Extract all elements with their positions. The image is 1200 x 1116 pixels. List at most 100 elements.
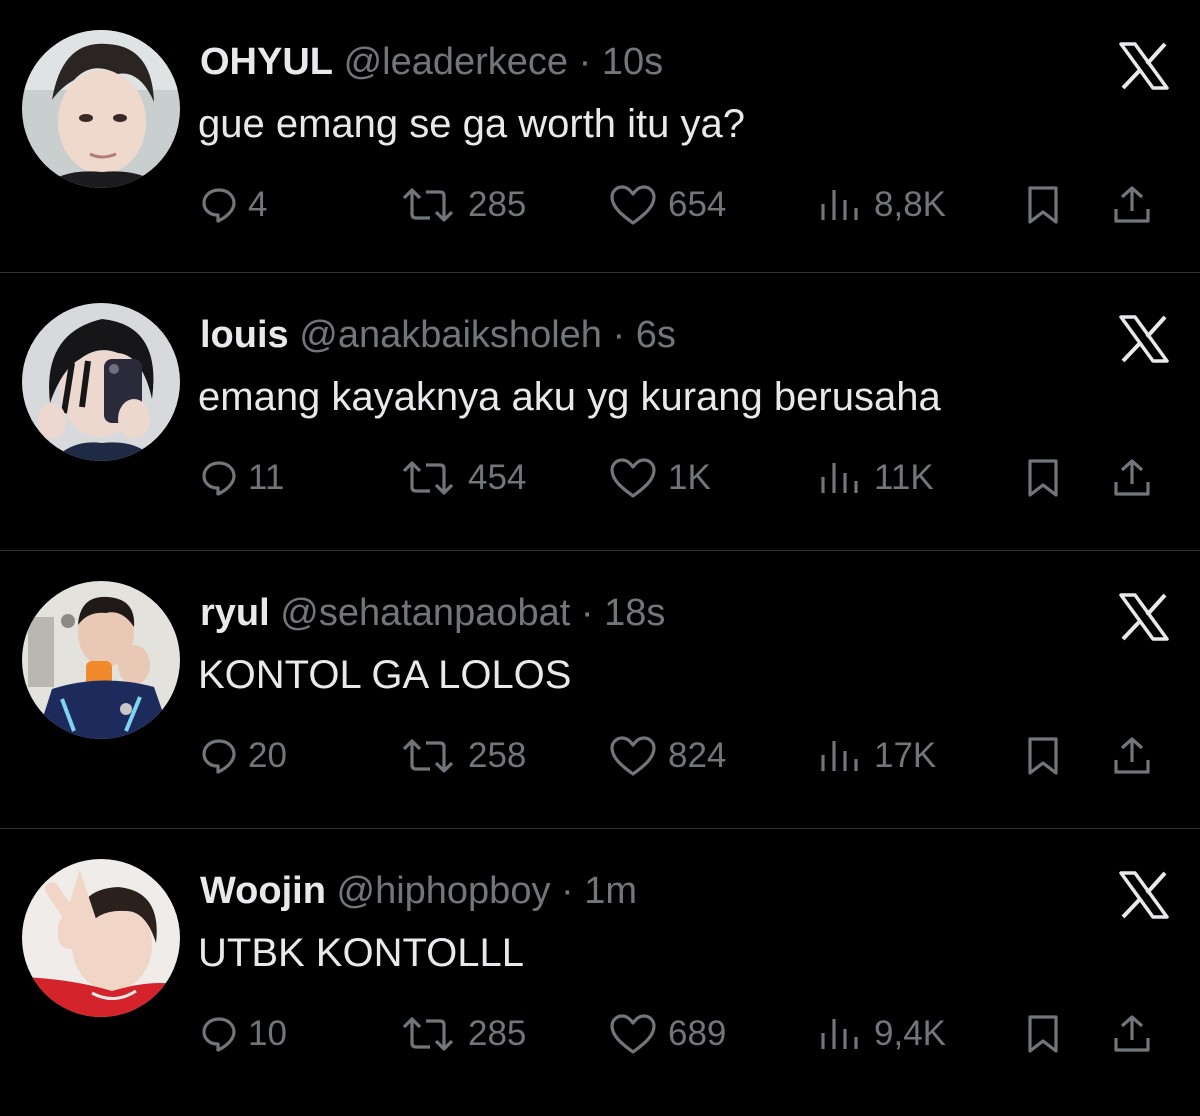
user-handle[interactable]: @leaderkece — [344, 41, 568, 83]
x-logo-icon — [1118, 871, 1170, 919]
heart-icon — [610, 736, 656, 776]
avatar[interactable] — [22, 581, 180, 739]
like-count: 1K — [668, 458, 711, 497]
heart-icon — [610, 1014, 656, 1054]
tweet[interactable]: OHYUL @leaderkece · 10s gue emang se ga … — [0, 0, 1200, 273]
retweet-count: 285 — [468, 185, 527, 224]
bookmark-icon — [1028, 459, 1058, 497]
avatar[interactable] — [22, 303, 180, 461]
bookmark-icon — [1028, 1015, 1058, 1053]
reply-count: 20 — [248, 736, 287, 775]
timeline-feed: OHYUL @leaderkece · 10s gue emang se ga … — [0, 0, 1200, 1116]
views-button[interactable]: 8,8K — [818, 178, 946, 232]
timestamp[interactable]: 6s — [636, 314, 676, 356]
timestamp[interactable]: 18s — [604, 592, 665, 634]
avatar[interactable] — [22, 30, 180, 188]
share-upload-icon — [1114, 459, 1150, 496]
user-handle[interactable]: @sehatanpaobat — [280, 592, 570, 634]
share-button[interactable] — [1112, 451, 1152, 505]
retweet-arrows-icon — [402, 739, 454, 773]
heart-icon — [610, 458, 656, 498]
tweet-actions: 20 258 824 17K — [200, 729, 1170, 783]
speech-bubble-icon — [202, 739, 236, 774]
share-button[interactable] — [1112, 1007, 1152, 1061]
share-upload-icon — [1114, 186, 1150, 223]
tweet-header: OHYUL @leaderkece · 10s — [200, 40, 663, 84]
share-upload-icon — [1114, 1015, 1150, 1052]
views-count: 8,8K — [874, 185, 946, 224]
share-upload-icon — [1114, 737, 1150, 774]
bar-chart-icon — [821, 741, 858, 771]
tweet-text: emang kayaknya aku yg kurang berusaha — [198, 375, 941, 419]
tweet-actions: 11 454 1K 11K — [200, 451, 1170, 505]
bar-chart-icon — [821, 463, 858, 493]
like-button[interactable]: 824 — [608, 729, 726, 783]
bookmark-button[interactable] — [1024, 729, 1062, 783]
tweet-header: Woojin @hiphopboy · 1m — [200, 869, 637, 913]
user-handle[interactable]: @anakbaiksholeh — [299, 314, 602, 356]
tweet-text: gue emang se ga worth itu ya? — [198, 102, 746, 146]
views-button[interactable]: 9,4K — [818, 1007, 946, 1061]
reply-button[interactable]: 11 — [200, 451, 284, 505]
user-handle[interactable]: @hiphopboy — [337, 870, 551, 912]
like-button[interactable]: 1K — [608, 451, 711, 505]
like-button[interactable]: 689 — [608, 1007, 726, 1061]
bar-chart-icon — [821, 190, 858, 220]
like-count: 654 — [668, 185, 727, 224]
bookmark-button[interactable] — [1024, 178, 1062, 232]
share-button[interactable] — [1112, 178, 1152, 232]
retweet-button[interactable]: 285 — [398, 1007, 526, 1061]
tweet[interactable]: Woojin @hiphopboy · 1m UTBK KONTOLLL 10 … — [0, 829, 1200, 1116]
views-count: 9,4K — [874, 1014, 946, 1053]
tweet[interactable]: ryul @sehatanpaobat · 18s KONTOL GA LOLO… — [0, 551, 1200, 829]
bar-chart-icon — [821, 1019, 858, 1049]
views-button[interactable]: 17K — [818, 729, 936, 783]
tweet-header: ryul @sehatanpaobat · 18s — [200, 591, 665, 635]
tweet-actions: 10 285 689 9,4K — [200, 1007, 1170, 1061]
x-logo-icon — [1118, 315, 1170, 363]
speech-bubble-icon — [202, 461, 236, 496]
retweet-arrows-icon — [402, 461, 454, 495]
separator-dot: · — [578, 41, 592, 83]
tweet-text: UTBK KONTOLLL — [198, 931, 525, 975]
display-name[interactable]: ryul — [200, 592, 270, 634]
views-count: 17K — [874, 736, 937, 775]
tweet-actions: 4 285 654 8,8K — [200, 178, 1170, 232]
like-count: 824 — [668, 736, 727, 775]
speech-bubble-icon — [202, 188, 236, 223]
display-name[interactable]: louis — [200, 314, 289, 356]
separator-dot: · — [580, 592, 594, 634]
share-button[interactable] — [1112, 729, 1152, 783]
tweet-header: louis @anakbaiksholeh · 6s — [200, 313, 676, 357]
retweet-button[interactable]: 285 — [398, 178, 526, 232]
like-button[interactable]: 654 — [608, 178, 726, 232]
timestamp[interactable]: 10s — [602, 41, 663, 83]
tweet[interactable]: louis @anakbaiksholeh · 6s emang kayakny… — [0, 273, 1200, 551]
display-name[interactable]: Woojin — [200, 870, 326, 912]
retweet-arrows-icon — [402, 1017, 454, 1051]
retweet-count: 285 — [468, 1014, 527, 1053]
speech-bubble-icon — [202, 1017, 236, 1052]
bookmark-button[interactable] — [1024, 451, 1062, 505]
reply-button[interactable]: 10 — [200, 1007, 287, 1061]
retweet-button[interactable]: 258 — [398, 729, 526, 783]
retweet-button[interactable]: 454 — [398, 451, 526, 505]
views-count: 11K — [874, 458, 934, 497]
x-logo-icon — [1118, 42, 1170, 90]
reply-button[interactable]: 20 — [200, 729, 287, 783]
avatar[interactable] — [22, 859, 180, 1017]
retweet-arrows-icon — [402, 188, 454, 222]
retweet-count: 454 — [468, 458, 527, 497]
x-logo-icon — [1118, 593, 1170, 641]
retweet-count: 258 — [468, 736, 527, 775]
display-name[interactable]: OHYUL — [200, 41, 333, 83]
timestamp[interactable]: 1m — [584, 870, 637, 912]
reply-count: 10 — [248, 1014, 287, 1053]
bookmark-icon — [1028, 737, 1058, 775]
bookmark-icon — [1028, 186, 1058, 224]
reply-button[interactable]: 4 — [200, 178, 267, 232]
bookmark-button[interactable] — [1024, 1007, 1062, 1061]
views-button[interactable]: 11K — [818, 451, 934, 505]
tweet-text: KONTOL GA LOLOS — [198, 653, 572, 697]
heart-icon — [610, 185, 656, 225]
